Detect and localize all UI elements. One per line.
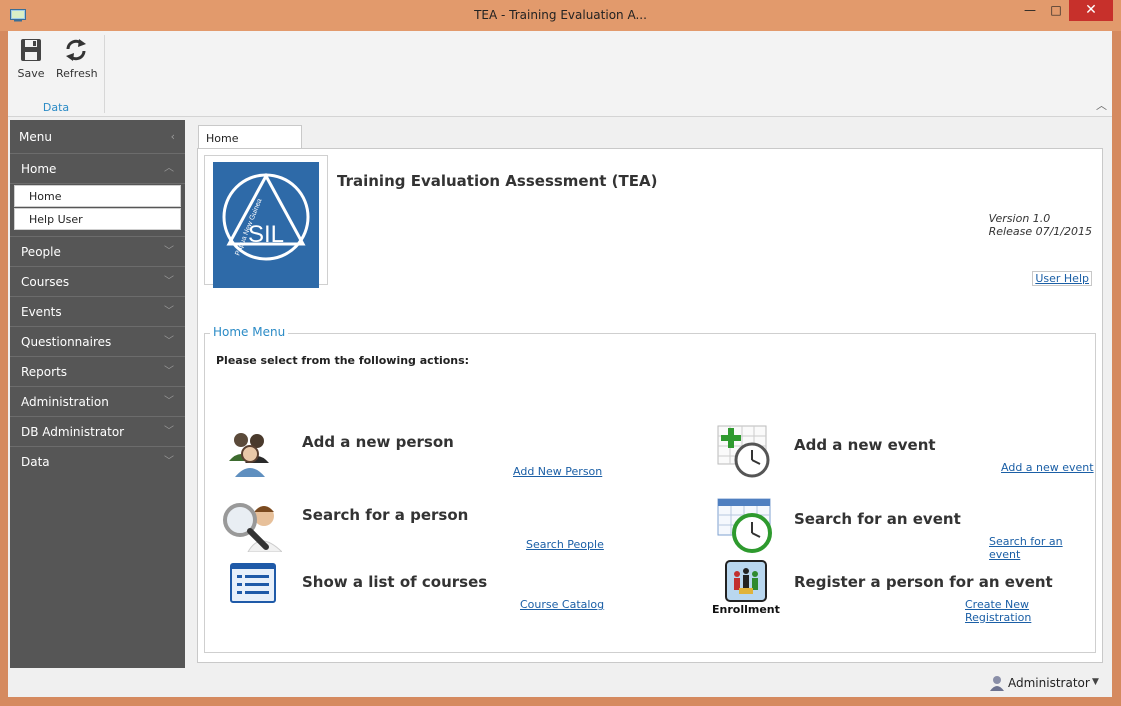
sidebar-group-db-administrator[interactable]: DB Administrator ﹀ xyxy=(10,417,185,447)
sidebar-group-questionnaires[interactable]: Questionnaires ﹀ xyxy=(10,327,185,357)
sidebar-group-people[interactable]: People ﹀ xyxy=(10,237,185,267)
enrollment-icon xyxy=(725,560,767,602)
maximize-button[interactable]: □ xyxy=(1043,0,1069,21)
add-new-event-link[interactable]: Add a new event xyxy=(1001,461,1094,474)
minimize-button[interactable]: — xyxy=(1017,0,1043,21)
home-menu-legend: Home Menu xyxy=(210,325,289,339)
sidebar-group-label: Events xyxy=(21,305,62,319)
chevron-down-icon: ﹀ xyxy=(164,246,174,257)
sidebar-group-events[interactable]: Events ﹀ xyxy=(10,297,185,327)
ribbon-group-label: Data xyxy=(42,101,70,114)
save-icon xyxy=(21,39,41,61)
action-title-register-person: Register a person for an event xyxy=(794,573,1053,591)
chevron-down-icon[interactable]: ▼ xyxy=(1092,677,1099,687)
calendar-clock-icon xyxy=(717,498,772,553)
chevron-down-icon: ﹀ xyxy=(164,336,174,347)
chevron-up-icon: ︿ xyxy=(164,163,174,174)
version-info: Version 1.0 Release 07/1/2015 xyxy=(989,212,1092,238)
magnifier-person-icon xyxy=(223,503,282,552)
version-text: Version 1.0 xyxy=(988,212,1051,225)
action-title-search-event: Search for an event xyxy=(794,510,961,528)
sidebar-group-data[interactable]: Data ﹀ xyxy=(10,447,185,477)
ribbon-separator xyxy=(104,35,105,113)
sidebar-group-label: Courses xyxy=(21,275,70,289)
sidebar-group-reports[interactable]: Reports ﹀ xyxy=(10,357,185,387)
sidebar-title: Menu xyxy=(19,130,52,144)
sidebar-item-home[interactable]: Home xyxy=(14,185,181,207)
course-catalog-link[interactable]: Course Catalog xyxy=(520,598,604,611)
sidebar-group-label: Home xyxy=(21,162,57,176)
action-title-add-person: Add a new person xyxy=(302,433,454,451)
sidebar-group-label: DB Administrator xyxy=(21,425,125,439)
sidebar-group-label: Questionnaires xyxy=(21,335,112,349)
user-icon xyxy=(990,676,1004,691)
sidebar-group-label: Reports xyxy=(21,365,68,379)
search-event-link[interactable]: Search for an event xyxy=(989,535,1095,561)
sidebar: Menu ‹ Home ︿ Home Help User People ﹀ Cou… xyxy=(10,120,185,670)
ribbon: Save Refresh Data ︿ xyxy=(8,31,1112,117)
status-bar: Administrator ▼ xyxy=(8,668,1112,697)
refresh-label: Refresh xyxy=(56,67,98,80)
sidebar-group-home[interactable]: Home ︿ xyxy=(10,154,185,184)
refresh-button[interactable]: Refresh xyxy=(56,37,98,80)
chevron-down-icon: ﹀ xyxy=(164,396,174,407)
chevron-down-icon: ﹀ xyxy=(164,276,174,287)
sidebar-group-label: Administration xyxy=(21,395,109,409)
home-menu-prompt: Please select from the following actions… xyxy=(216,354,470,367)
current-user[interactable]: Administrator xyxy=(1008,676,1090,690)
list-icon xyxy=(230,563,276,603)
window-client: Save Refresh Data ︿ Menu ‹ Home ︿ Home H… xyxy=(8,31,1112,697)
ribbon-collapse-icon[interactable]: ︿ xyxy=(1096,97,1107,113)
enrollment-icon-wrapper: Enrollment xyxy=(712,560,780,618)
sidebar-header: Menu ‹ xyxy=(10,120,185,154)
action-title-list-courses: Show a list of courses xyxy=(302,573,488,591)
sidebar-item-help-user[interactable]: Help User xyxy=(14,208,181,230)
home-panel: SIL Papua New Guinea Training Evaluation… xyxy=(197,148,1103,663)
chevron-down-icon: ﹀ xyxy=(164,366,174,377)
calendar-add-icon xyxy=(717,425,770,478)
create-new-registration-link[interactable]: Create New Registration xyxy=(965,598,1095,624)
search-people-link[interactable]: Search People xyxy=(526,538,604,551)
sidebar-group-label: People xyxy=(21,245,61,259)
sidebar-group-administration[interactable]: Administration ﹀ xyxy=(10,387,185,417)
close-button[interactable]: ✕ xyxy=(1069,0,1113,21)
page-title: Training Evaluation Assessment (TEA) xyxy=(337,172,658,190)
sidebar-group-courses[interactable]: Courses ﹀ xyxy=(10,267,185,297)
home-menu-group: Home Menu Please select from the followi… xyxy=(204,325,1096,653)
save-label: Save xyxy=(17,67,45,80)
enrollment-caption: Enrollment xyxy=(712,603,780,616)
chevron-down-icon: ﹀ xyxy=(164,306,174,317)
sil-logo: SIL Papua New Guinea xyxy=(213,162,319,288)
sidebar-home-items: Home Help User xyxy=(10,185,185,237)
window-title: TEA - Training Evaluation A... xyxy=(474,8,647,22)
action-title-search-person: Search for a person xyxy=(302,506,469,524)
people-icon xyxy=(229,433,269,477)
refresh-icon xyxy=(66,39,86,61)
collapse-sidebar-icon[interactable]: ‹ xyxy=(171,120,175,154)
release-text: Release 07/1/2015 xyxy=(988,225,1092,238)
logo-frame: SIL Papua New Guinea xyxy=(204,155,328,288)
user-help-link[interactable]: User Help xyxy=(1032,271,1092,286)
chevron-down-icon: ﹀ xyxy=(164,456,174,467)
add-new-person-link[interactable]: Add New Person xyxy=(513,465,602,478)
title-bar: TEA - Training Evaluation A... — □ ✕ xyxy=(0,0,1121,31)
action-title-add-event: Add a new event xyxy=(794,436,936,454)
chevron-down-icon: ﹀ xyxy=(164,426,174,437)
save-button[interactable]: Save xyxy=(11,37,51,80)
tab-home[interactable]: Home xyxy=(198,125,302,150)
sidebar-group-label: Data xyxy=(21,455,50,469)
